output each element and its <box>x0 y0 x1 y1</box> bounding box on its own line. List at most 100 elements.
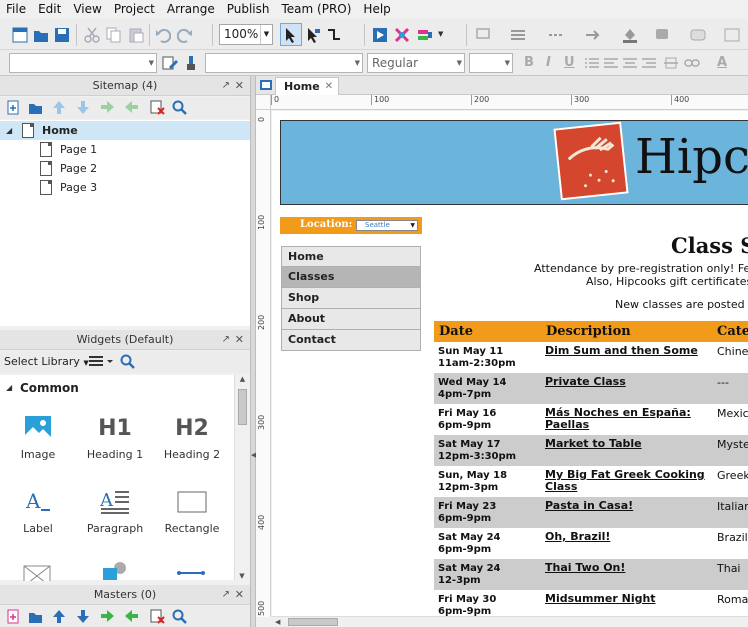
font-color-icon[interactable]: A <box>717 55 727 70</box>
connector-pointer-icon[interactable] <box>305 27 321 43</box>
close-icon[interactable]: ✕ <box>235 76 244 96</box>
nav-shop[interactable]: Shop <box>281 288 421 309</box>
add-master-icon[interactable] <box>6 609 21 624</box>
nav-classes[interactable]: Classes <box>281 267 421 288</box>
select-library-dropdown[interactable]: Select Library ▼ <box>4 355 89 368</box>
publish-dropdown-icon[interactable]: ▼ <box>438 30 443 38</box>
save-icon[interactable] <box>54 27 70 43</box>
scroll-thumb[interactable] <box>288 618 338 626</box>
italic-icon[interactable]: I <box>546 55 551 70</box>
corner-radius-icon[interactable] <box>690 27 706 43</box>
design-canvas[interactable]: Hipcooks Location: Seattle ▼ Home Classes… <box>272 111 748 616</box>
search-icon[interactable] <box>172 609 187 624</box>
font-family-select[interactable]: ▼ <box>205 53 363 73</box>
move-up-icon[interactable] <box>52 100 67 115</box>
move-down-icon[interactable] <box>76 100 91 115</box>
site-header-banner[interactable]: Hipcooks <box>280 120 748 205</box>
widget-heading-1[interactable]: H1 Heading 1 <box>80 411 150 462</box>
line-weight-icon[interactable] <box>510 27 526 43</box>
library-menu-icon[interactable] <box>88 354 116 369</box>
menu-help[interactable]: Help <box>357 0 396 19</box>
align-left-icon[interactable] <box>603 55 619 71</box>
menu-project[interactable]: Project <box>108 0 161 19</box>
move-down-icon[interactable] <box>76 609 91 624</box>
format-painter-icon[interactable] <box>476 27 492 43</box>
sitemap-item-page-1[interactable]: Page 1 <box>0 140 250 159</box>
widget-rectangle[interactable]: Rectangle <box>157 485 227 535</box>
sitemap-item-page-2[interactable]: Page 2 <box>0 159 250 178</box>
edit-style-icon[interactable] <box>162 55 178 71</box>
nav-contact[interactable]: Contact <box>281 330 421 351</box>
location-select[interactable]: Seattle ▼ <box>356 220 418 231</box>
bullet-list-icon[interactable] <box>584 55 600 71</box>
expand-icon[interactable]: ◢ <box>6 121 12 140</box>
widget-image[interactable]: Image <box>3 411 73 461</box>
align-right-icon[interactable] <box>641 55 657 71</box>
line-style-icon[interactable] <box>548 27 564 43</box>
class-link[interactable]: Market to Table <box>545 438 710 450</box>
add-folder-icon[interactable] <box>28 100 43 115</box>
scroll-thumb[interactable] <box>238 389 247 425</box>
align-icon[interactable] <box>724 27 740 43</box>
paste-icon[interactable] <box>128 27 144 43</box>
widget-label[interactable]: A Label <box>3 485 73 535</box>
canvas-horizontal-scrollbar[interactable]: ◀ <box>272 616 748 627</box>
open-folder-icon[interactable] <box>33 27 49 43</box>
class-link[interactable]: My Big Fat Greek Cooking Class <box>545 469 710 493</box>
link-icon[interactable] <box>684 55 700 71</box>
sitemap-item-home[interactable]: ◢ Home <box>0 121 250 140</box>
fill-color-icon[interactable] <box>622 27 638 43</box>
search-icon[interactable] <box>172 100 187 115</box>
copy-icon[interactable] <box>106 27 122 43</box>
format-brush-icon[interactable] <box>184 55 200 71</box>
search-icon[interactable] <box>120 354 135 369</box>
redo-icon[interactable] <box>177 27 193 43</box>
widgets-scrollbar[interactable]: ▲ ▼ <box>234 375 250 580</box>
new-file-icon[interactable] <box>12 27 28 43</box>
indent-icon[interactable] <box>100 609 115 624</box>
undo-icon[interactable] <box>155 27 171 43</box>
outdent-icon[interactable] <box>124 100 139 115</box>
class-link[interactable]: Private Class <box>545 376 710 388</box>
add-folder-icon[interactable] <box>28 609 43 624</box>
strikethrough-icon[interactable] <box>663 55 679 71</box>
shadow-icon[interactable] <box>655 27 671 43</box>
delete-page-icon[interactable] <box>150 100 165 115</box>
align-center-icon[interactable] <box>622 55 638 71</box>
tab-home[interactable]: Home ✕ <box>275 77 339 95</box>
nav-about[interactable]: About <box>281 309 421 330</box>
bold-icon[interactable]: B <box>524 55 534 70</box>
underline-icon[interactable]: U <box>564 55 575 70</box>
indent-icon[interactable] <box>100 100 115 115</box>
pin-icon[interactable]: ↗ <box>222 76 230 96</box>
delete-master-icon[interactable] <box>150 609 165 624</box>
font-style-select[interactable]: Regular ▼ <box>367 53 465 73</box>
zoom-select[interactable]: 100% ▼ <box>219 24 273 45</box>
class-link[interactable]: Oh, Brazil! <box>545 531 710 543</box>
class-link[interactable]: Midsummer Night <box>545 593 710 605</box>
menu-arrange[interactable]: Arrange <box>161 0 221 19</box>
menu-file[interactable]: File <box>0 0 32 19</box>
pin-icon[interactable]: ↗ <box>222 585 230 605</box>
style-select[interactable]: ▼ <box>9 53 157 73</box>
cut-icon[interactable] <box>84 27 100 43</box>
class-link[interactable]: Thai Two On! <box>545 562 710 574</box>
scroll-left-icon[interactable]: ◀ <box>275 617 280 627</box>
move-up-icon[interactable] <box>52 609 67 624</box>
close-tab-icon[interactable]: ✕ <box>325 78 333 96</box>
add-page-icon[interactable] <box>6 100 21 115</box>
nav-home[interactable]: Home <box>281 246 421 267</box>
connector-icon[interactable] <box>326 27 342 43</box>
widget-heading-2[interactable]: H2 Heading 2 <box>157 411 227 462</box>
sitemap-item-page-3[interactable]: Page 3 <box>0 178 250 197</box>
outdent-icon[interactable] <box>124 609 139 624</box>
class-link[interactable]: Más Noches en España: Paellas <box>545 407 710 431</box>
pages-menu-icon[interactable] <box>259 79 273 92</box>
menu-team[interactable]: Team (PRO) <box>276 0 358 19</box>
font-size-select[interactable]: ▼ <box>469 53 513 73</box>
collapse-icon[interactable]: ◢ <box>6 383 12 392</box>
class-link[interactable]: Dim Sum and then Some <box>545 345 710 357</box>
menu-view[interactable]: View <box>67 0 107 19</box>
close-icon[interactable]: ✕ <box>235 330 244 350</box>
menu-publish[interactable]: Publish <box>221 0 276 19</box>
